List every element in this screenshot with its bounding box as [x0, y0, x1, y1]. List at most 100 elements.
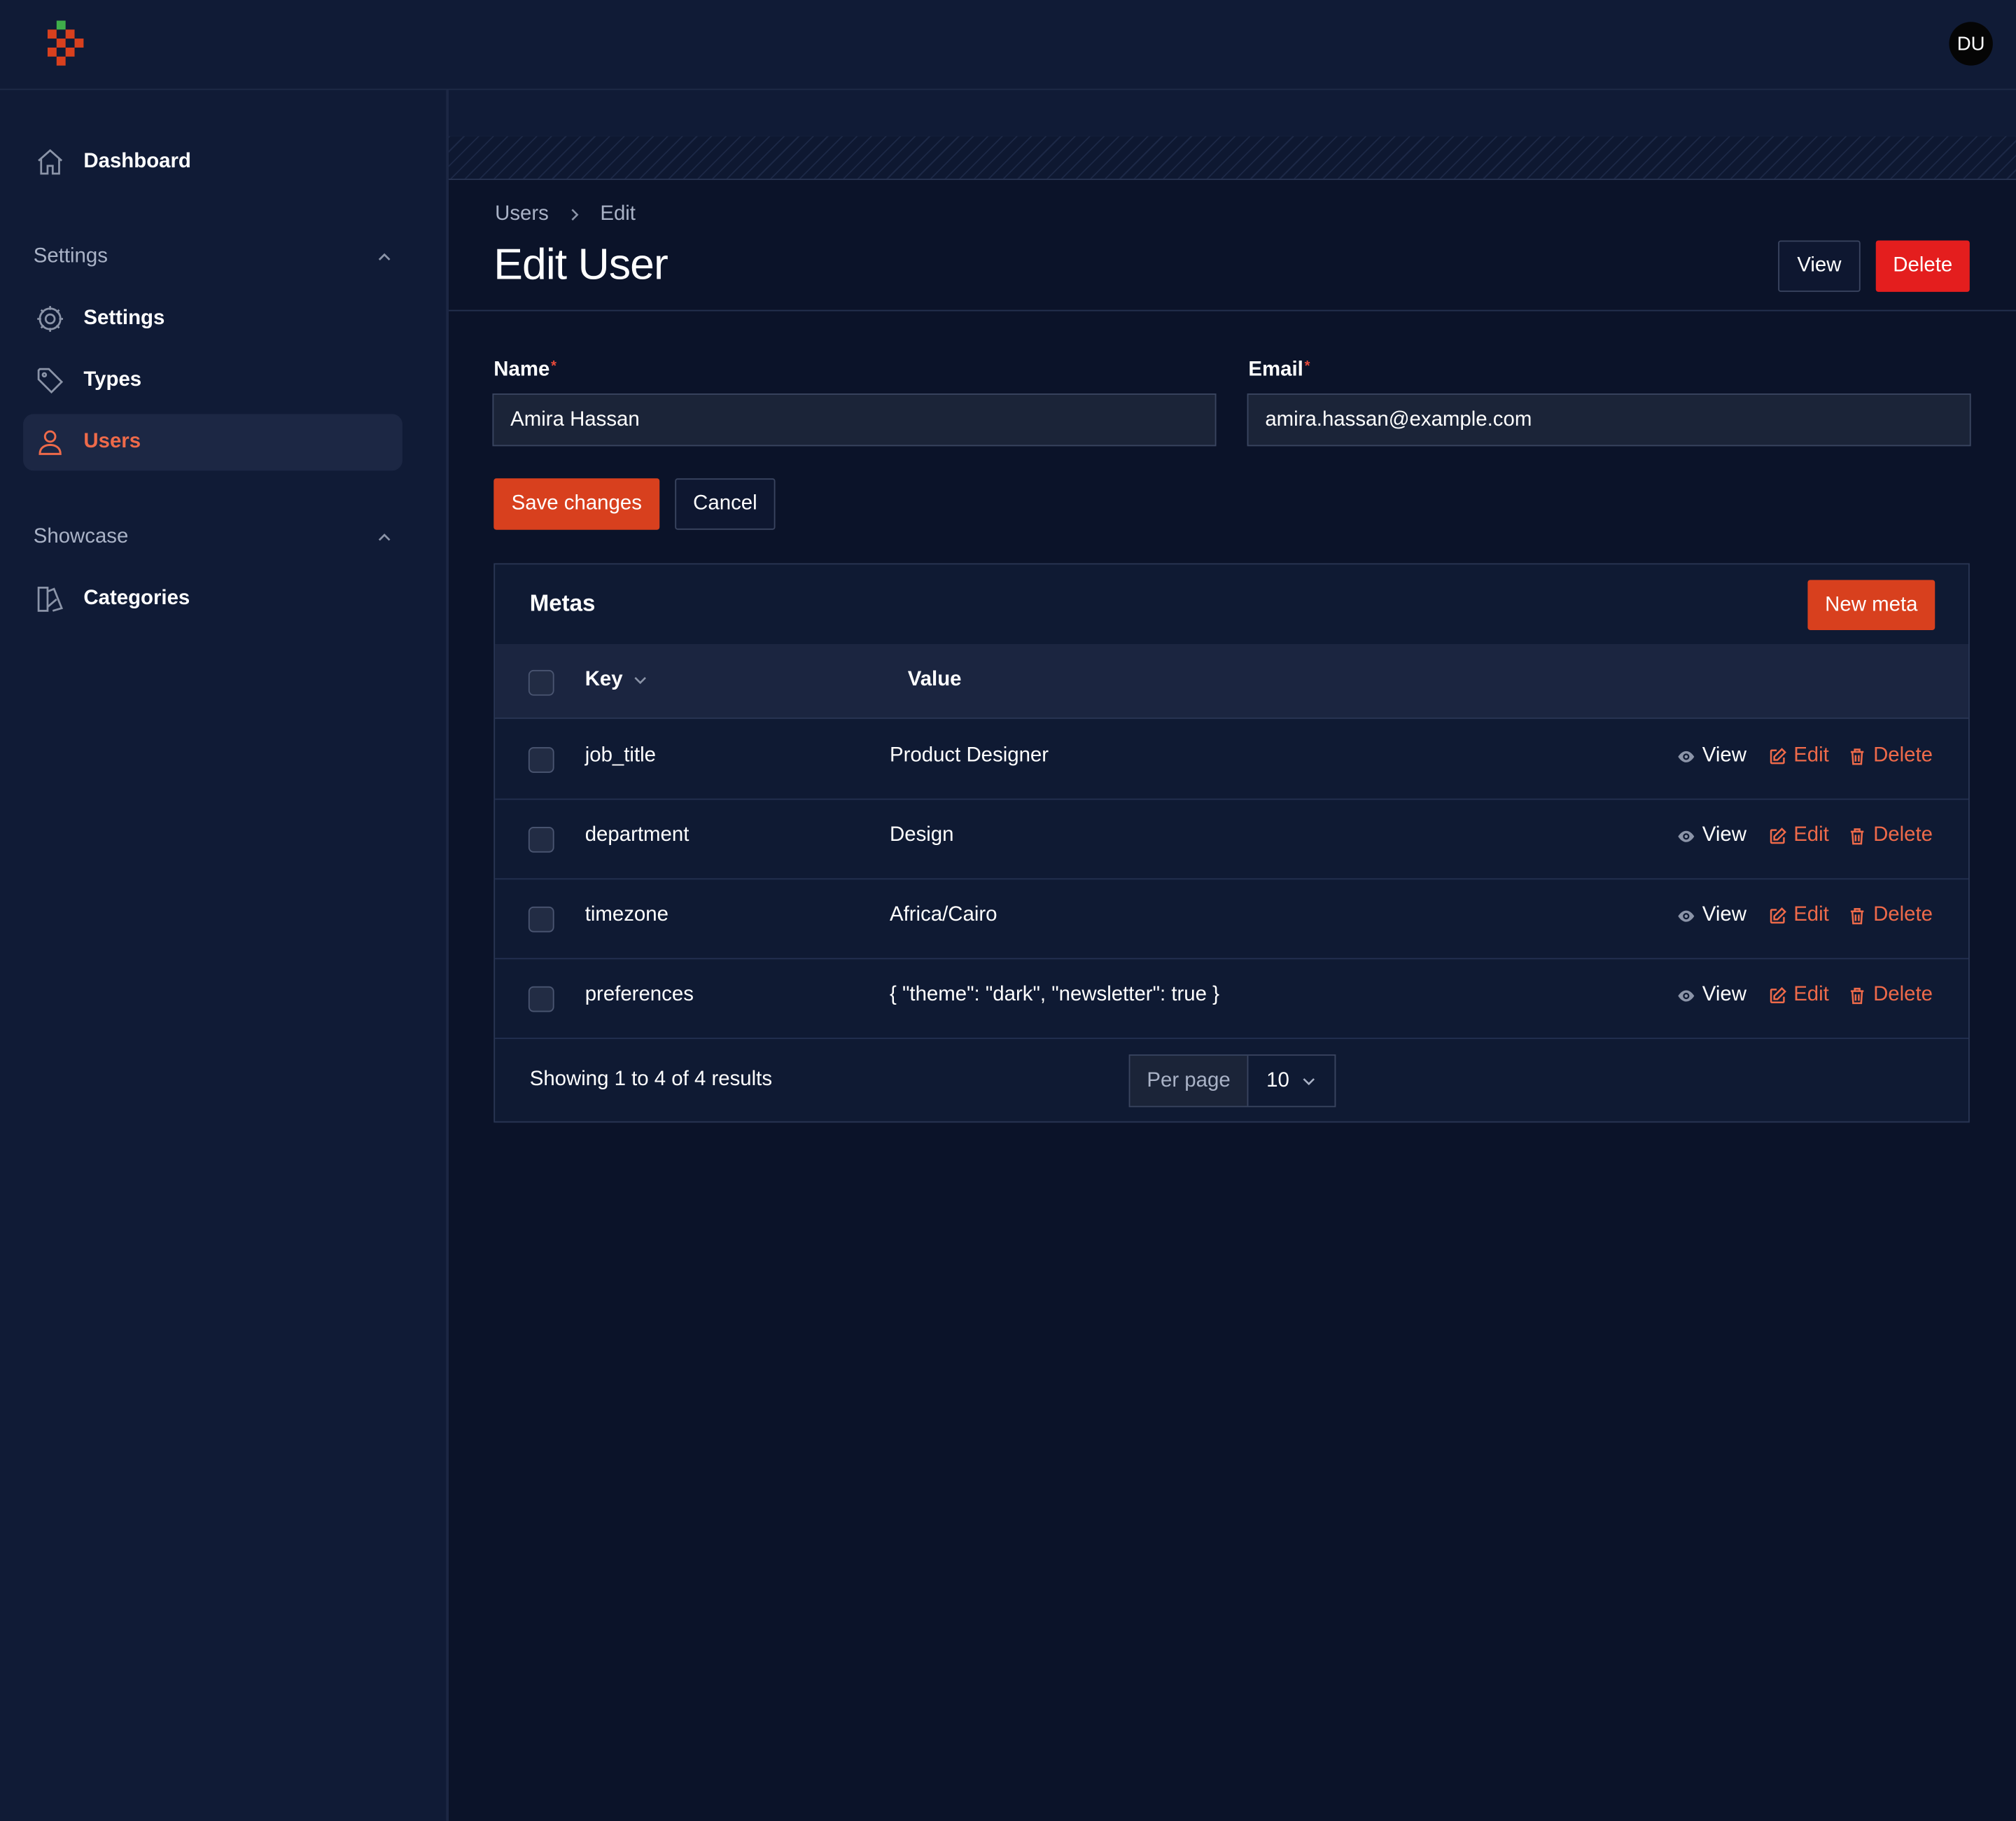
row-delete-action[interactable]: Delete	[1847, 984, 1933, 1007]
breadcrumb: Users Edit	[495, 203, 636, 226]
row-edit-action[interactable]: Edit	[1768, 824, 1829, 847]
required-mark: *	[551, 358, 557, 375]
row-delete-action[interactable]: Delete	[1847, 744, 1933, 767]
delete-button[interactable]: Delete	[1875, 240, 1970, 292]
column-key-label: Key	[584, 669, 623, 691]
table-row: preferences { "theme": "dark", "newslette…	[495, 958, 1968, 1040]
row-edit-label: Edit	[1793, 744, 1829, 767]
eye-icon	[1676, 906, 1696, 926]
row-delete-action[interactable]: Delete	[1847, 904, 1933, 927]
edit-icon	[1768, 986, 1787, 1005]
trash-icon	[1847, 746, 1867, 766]
row-delete-label: Delete	[1873, 984, 1933, 1006]
email-label: Email *	[1248, 358, 1310, 382]
row-key: job_title	[584, 744, 657, 767]
per-page-select[interactable]: Per page 10	[1128, 1054, 1336, 1108]
row-delete-action[interactable]: Delete	[1847, 824, 1933, 847]
column-value: Value	[907, 669, 962, 691]
row-view-label: View	[1702, 904, 1746, 926]
view-button[interactable]: View	[1778, 240, 1861, 292]
sidebar-group-showcase[interactable]: Showcase	[34, 522, 393, 553]
per-page-label: Per page	[1130, 1055, 1249, 1106]
name-field[interactable]: Amira Hassan	[492, 393, 1217, 447]
edit-icon	[1768, 746, 1787, 766]
sidebar: Dashboard Settings Settings Types Users …	[0, 90, 449, 1821]
save-changes-button[interactable]: Save changes	[493, 478, 660, 530]
metas-title: Metas	[529, 590, 596, 616]
sidebar-item-settings[interactable]: Settings	[23, 291, 402, 347]
row-value: { "theme": "dark", "newsletter": true }	[889, 984, 1219, 1006]
eye-icon	[1676, 986, 1696, 1005]
sidebar-item-dashboard[interactable]: Dashboard	[23, 134, 402, 190]
row-edit-action[interactable]: Edit	[1768, 744, 1829, 767]
page-title: Edit User	[493, 240, 668, 290]
main-topbar-strip	[449, 90, 2016, 138]
sidebar-item-users[interactable]: Users	[23, 414, 402, 471]
chevron-up-icon	[378, 533, 391, 541]
row-edit-label: Edit	[1793, 824, 1829, 846]
row-checkbox[interactable]	[528, 826, 554, 853]
table-header: Key Value	[495, 644, 1968, 719]
row-edit-action[interactable]: Edit	[1768, 904, 1829, 927]
edit-icon	[1768, 826, 1787, 846]
sidebar-group-title: Settings	[33, 245, 108, 268]
column-key[interactable]: Key	[585, 669, 649, 692]
row-view-label: View	[1702, 984, 1746, 1006]
row-key: preferences	[584, 984, 694, 1006]
row-view-action[interactable]: View	[1676, 744, 1746, 767]
sidebar-group-title: Showcase	[33, 526, 129, 548]
row-value: Africa/Cairo	[889, 904, 997, 926]
results-summary: Showing 1 to 4 of 4 results	[529, 1068, 773, 1091]
gear-icon	[34, 302, 67, 336]
trash-icon	[1847, 906, 1867, 926]
sidebar-item-categories[interactable]: Categories	[23, 571, 402, 627]
top-bar: DU	[0, 0, 2016, 90]
table-row: timezone Africa/Cairo View Edit Delete	[495, 878, 1968, 960]
row-edit-label: Edit	[1793, 984, 1829, 1006]
row-checkbox[interactable]	[528, 986, 554, 1012]
email-field[interactable]: amira.hassan@example.com	[1247, 393, 1971, 447]
per-page-dropdown[interactable]: 10	[1248, 1055, 1335, 1106]
row-checkbox[interactable]	[528, 747, 554, 773]
chevron-right-icon	[571, 209, 579, 221]
home-icon	[34, 146, 67, 179]
per-page-value: 10	[1266, 1069, 1289, 1091]
row-view-action[interactable]: View	[1676, 824, 1746, 847]
chevron-up-icon	[378, 253, 391, 260]
edit-icon	[1768, 906, 1787, 926]
brand-logo[interactable]	[46, 20, 88, 69]
metas-card-header: Metas New meta	[495, 564, 1968, 646]
sidebar-item-label: Users	[83, 431, 141, 453]
tag-icon	[34, 364, 67, 398]
user-avatar[interactable]: DU	[1949, 22, 1993, 66]
sidebar-item-label: Categories	[83, 587, 190, 610]
row-delete-label: Delete	[1873, 824, 1933, 846]
row-view-action[interactable]: View	[1676, 984, 1746, 1007]
categories-icon	[34, 582, 67, 616]
email-label-text: Email	[1248, 358, 1303, 381]
eye-icon	[1676, 746, 1696, 766]
row-delete-label: Delete	[1873, 744, 1933, 767]
sidebar-item-label: Dashboard	[83, 150, 191, 173]
breadcrumb-edit: Edit	[600, 203, 636, 225]
sidebar-item-label: Settings	[83, 307, 165, 330]
row-view-action[interactable]: View	[1676, 904, 1746, 927]
select-all-checkbox[interactable]	[528, 669, 554, 696]
user-icon	[34, 426, 67, 459]
row-view-label: View	[1702, 824, 1746, 846]
trash-icon	[1847, 986, 1867, 1005]
name-label-text: Name	[493, 358, 550, 381]
row-checkbox[interactable]	[528, 906, 554, 933]
table-row: department Design View Edit Delete	[495, 799, 1968, 880]
hatched-banner	[449, 136, 2016, 181]
new-meta-button[interactable]: New meta	[1807, 580, 1935, 630]
sidebar-item-types[interactable]: Types	[23, 352, 402, 409]
sidebar-item-label: Types	[83, 369, 142, 391]
cancel-button[interactable]: Cancel	[675, 478, 776, 530]
breadcrumb-users[interactable]: Users	[495, 203, 549, 226]
eye-icon	[1676, 826, 1696, 846]
sidebar-group-settings[interactable]: Settings	[34, 242, 393, 272]
row-edit-action[interactable]: Edit	[1768, 984, 1829, 1007]
row-delete-label: Delete	[1873, 904, 1933, 926]
row-view-label: View	[1702, 744, 1746, 767]
